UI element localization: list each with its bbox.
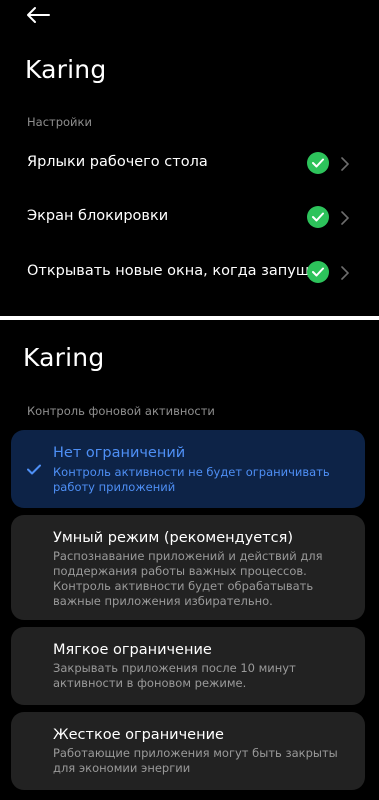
option-no-restrictions[interactable]: Нет ограничений Контроль активности не б… (11, 430, 365, 508)
row-label: Экран блокировки (27, 208, 169, 224)
option-description: Контроль активности не будет ограничиват… (53, 465, 330, 494)
row-label: Ярлыки рабочего стола (27, 154, 208, 170)
page-title: Karing (23, 343, 105, 372)
option-smart-mode[interactable]: Умный режим (рекомендуется) Распознавани… (11, 515, 365, 620)
checkmark-icon (27, 460, 41, 479)
screenshot-divider (0, 316, 379, 320)
settings-row-open-new-windows[interactable]: Открывать новые окна, когда запущ.. (0, 252, 379, 294)
chevron-right-icon (341, 210, 350, 229)
settings-row-lock-screen[interactable]: Экран блокировки (0, 197, 379, 239)
option-description: Работающие приложения могут быть закрыты… (53, 746, 338, 775)
option-hard-restriction[interactable]: Жесткое ограничение Работающие приложени… (11, 712, 365, 790)
check-circle-icon (307, 152, 329, 174)
back-arrow-icon[interactable] (26, 6, 54, 26)
option-description: Распознавание приложений и действий для … (53, 549, 323, 608)
row-label: Открывать новые окна, когда запущ.. (27, 263, 319, 279)
chevron-right-icon (341, 156, 350, 175)
page-title: Karing (25, 55, 107, 84)
section-header-settings: Настройки (27, 115, 92, 129)
chevron-right-icon (341, 265, 350, 284)
option-title: Жесткое ограничение (53, 727, 224, 743)
option-title: Умный режим (рекомендуется) (53, 530, 293, 546)
option-description: Закрывать приложения после 10 минут акти… (53, 661, 296, 690)
option-soft-restriction[interactable]: Мягкое ограничение Закрывать приложения … (11, 627, 365, 705)
section-header-background-activity: Контроль фоновой активности (27, 404, 215, 418)
option-title: Мягкое ограничение (53, 642, 212, 658)
settings-row-desktop-shortcuts[interactable]: Ярлыки рабочего стола (0, 143, 379, 185)
option-title: Нет ограничений (53, 445, 186, 461)
check-circle-icon (307, 261, 329, 283)
check-circle-icon (307, 206, 329, 228)
